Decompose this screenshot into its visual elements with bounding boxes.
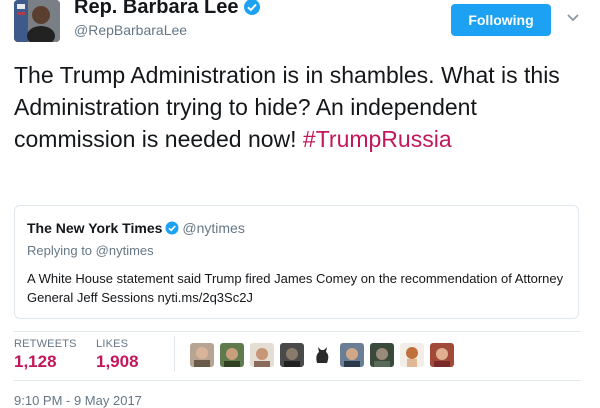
liker-avatar[interactable]	[370, 343, 394, 367]
quoted-author-handle: @nytimes	[182, 220, 245, 236]
divider	[14, 331, 580, 332]
verified-badge-icon	[165, 221, 179, 238]
liker-avatar[interactable]	[220, 343, 244, 367]
likes-label[interactable]: LIKES	[96, 338, 128, 350]
author-avatar[interactable]	[14, 0, 60, 42]
author-name[interactable]: Rep. Barbara Lee	[74, 0, 261, 22]
tweet-text: The Trump Administration is in shambles.…	[14, 59, 589, 155]
quoted-author: The New York Times @nytimes	[27, 220, 245, 238]
author-handle[interactable]: @RepBarbaraLee	[74, 22, 187, 38]
retweets-label[interactable]: RETWEETS	[14, 338, 77, 350]
cat-icon[interactable]	[310, 343, 334, 367]
reply-context: Replying to @nytimes	[27, 243, 154, 258]
author-name-text[interactable]: Rep. Barbara Lee	[74, 0, 239, 18]
liker-avatar[interactable]	[430, 343, 454, 367]
hashtag-link[interactable]: #TrumpRussia	[303, 126, 452, 152]
quoted-author-name: The New York Times	[27, 220, 163, 236]
quoted-tweet-text: A White House statement said Trump fired…	[27, 271, 564, 305]
liker-avatar[interactable]	[190, 343, 214, 367]
divider	[14, 380, 580, 381]
tweet-timestamp[interactable]: 9:10 PM - 9 May 2017	[14, 393, 142, 408]
liker-avatar[interactable]	[400, 343, 424, 367]
liker-avatar[interactable]	[340, 343, 364, 367]
verified-badge-icon	[243, 0, 261, 22]
retweets-count[interactable]: 1,128	[14, 352, 57, 372]
quoted-tweet[interactable]: The New York Times @nytimes Replying to …	[14, 205, 579, 319]
chevron-down-icon[interactable]	[566, 13, 580, 23]
likes-count[interactable]: 1,908	[96, 352, 139, 372]
following-button[interactable]: Following	[451, 4, 551, 36]
tweet-body: The Trump Administration is in shambles.…	[14, 62, 560, 152]
liker-avatar[interactable]	[280, 343, 304, 367]
liker-avatar[interactable]	[250, 343, 274, 367]
stats-separator	[174, 336, 175, 372]
